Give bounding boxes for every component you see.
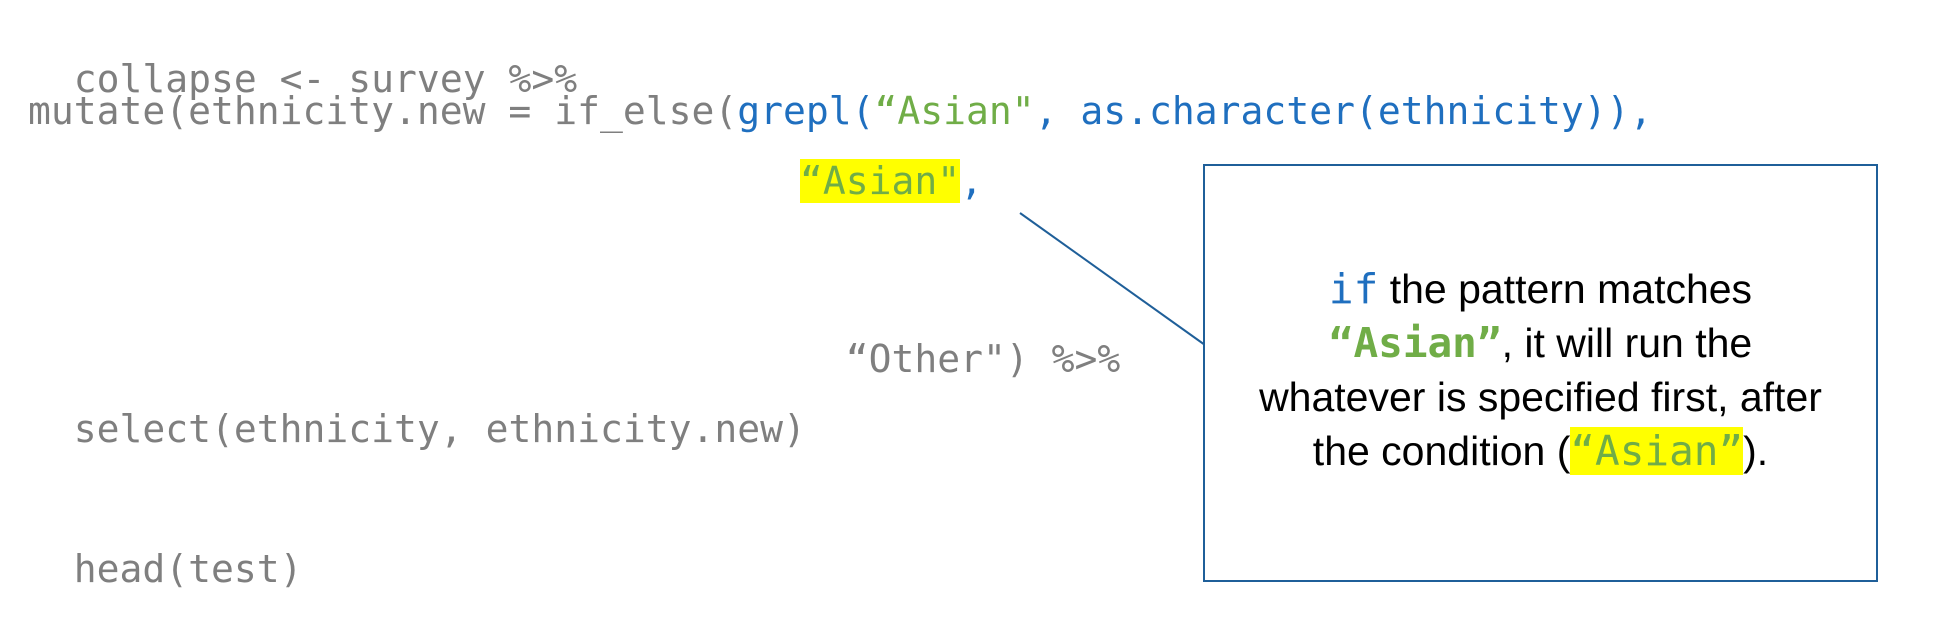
callout-line-3: whatever is specified first, after <box>1203 370 1878 424</box>
callout-text-3: whatever is specified first, after <box>1259 374 1822 420</box>
callout-line-1: if the pattern matches <box>1203 262 1878 316</box>
callout-text-2: , it will run the <box>1501 320 1753 366</box>
callout-text: if the pattern matches “Asian”, it will … <box>1203 262 1878 478</box>
callout-text-4: the condition ( <box>1312 428 1571 474</box>
callout-line-4: the condition (“Asian”). <box>1203 424 1878 478</box>
callout-value-asian: “Asian” <box>1570 427 1744 475</box>
callout-line-2: “Asian”, it will run the <box>1203 316 1878 370</box>
callout-match-asian: “Asian” <box>1328 319 1502 367</box>
callout-text-5: ). <box>1743 428 1769 474</box>
callout-text-1: the pattern matches <box>1378 266 1753 312</box>
callout-keyword-if: if <box>1328 265 1379 313</box>
